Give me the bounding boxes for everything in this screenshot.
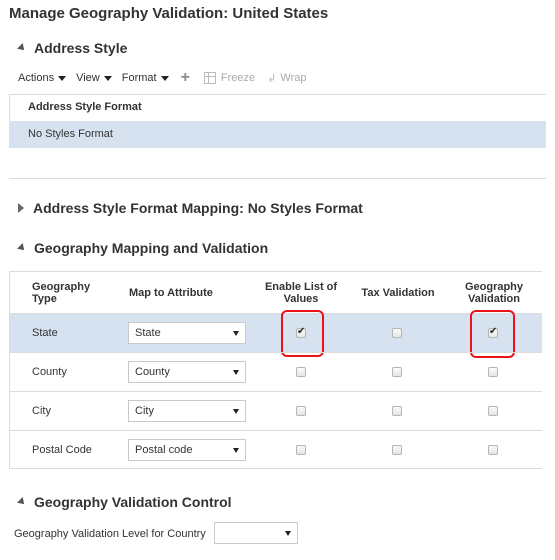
table-border bbox=[9, 271, 542, 272]
enable-lov-checkbox[interactable] bbox=[296, 445, 306, 455]
page-title: Manage Geography Validation: United Stat… bbox=[9, 5, 329, 22]
format-menu[interactable]: Format bbox=[122, 72, 169, 84]
tax-validation-checkbox[interactable] bbox=[392, 328, 402, 338]
map-to-attribute-column-header: Map to Attribute bbox=[129, 287, 213, 299]
address-style-section-header[interactable]: Address Style bbox=[17, 40, 128, 56]
chevron-down-icon bbox=[233, 409, 239, 414]
geography-type-cell: City bbox=[32, 405, 51, 417]
freeze-icon bbox=[203, 72, 216, 84]
wrap-button[interactable]: ↲ Wrap bbox=[267, 72, 306, 85]
wrap-icon: ↲ bbox=[267, 72, 277, 85]
geography-type-cell: County bbox=[32, 366, 67, 378]
format-mapping-section-header[interactable]: Address Style Format Mapping: No Styles … bbox=[18, 200, 363, 216]
chevron-down-icon bbox=[103, 75, 112, 81]
highlight-box bbox=[470, 310, 515, 358]
wrap-label: Wrap bbox=[280, 72, 307, 84]
tax-validation-checkbox[interactable] bbox=[392, 367, 402, 377]
map-to-attribute-select[interactable]: County bbox=[128, 361, 246, 383]
geography-validation-column-header: Geography Validation bbox=[464, 281, 524, 305]
divider bbox=[9, 430, 542, 431]
geo-mapping-section-header[interactable]: Geography Mapping and Validation bbox=[17, 240, 269, 256]
tax-validation-checkbox[interactable] bbox=[392, 445, 402, 455]
table-row[interactable] bbox=[10, 314, 542, 352]
select-value: Postal code bbox=[135, 444, 193, 456]
map-to-attribute-select[interactable]: Postal code bbox=[128, 439, 246, 461]
geo-validation-checkbox[interactable] bbox=[488, 406, 498, 416]
freeze-label: Freeze bbox=[220, 72, 256, 84]
table-border bbox=[9, 94, 546, 95]
divider bbox=[9, 391, 542, 392]
collapse-triangle-icon[interactable] bbox=[17, 43, 27, 53]
geography-type-column-header: Geography Type bbox=[32, 281, 91, 305]
select-value: City bbox=[135, 405, 154, 417]
chevron-down-icon bbox=[233, 331, 239, 336]
validation-level-select[interactable] bbox=[214, 522, 298, 544]
chevron-down-icon bbox=[233, 370, 239, 375]
view-menu[interactable]: View bbox=[76, 72, 112, 84]
select-value: County bbox=[135, 366, 170, 378]
geo-mapping-heading: Geography Mapping and Validation bbox=[34, 240, 269, 256]
add-icon[interactable]: + bbox=[181, 70, 190, 86]
enable-list-of-values-column-header: Enable List of Values bbox=[264, 281, 338, 305]
select-value: State bbox=[135, 327, 161, 339]
divider bbox=[9, 178, 546, 179]
validation-level-label: Geography Validation Level for Country bbox=[14, 528, 206, 540]
chevron-down-icon bbox=[233, 448, 239, 453]
address-style-toolbar: Actions View Format + Freeze ↲ Wrap bbox=[18, 70, 318, 86]
highlight-box bbox=[281, 310, 324, 357]
actions-label: Actions bbox=[18, 72, 55, 84]
map-to-attribute-select[interactable]: State bbox=[128, 322, 246, 344]
tax-validation-column-header: Tax Validation bbox=[361, 287, 435, 299]
address-style-heading: Address Style bbox=[34, 40, 128, 56]
table-row[interactable]: No Styles Format bbox=[9, 121, 546, 148]
chevron-down-icon bbox=[285, 531, 291, 536]
view-label: View bbox=[76, 72, 100, 84]
actions-menu[interactable]: Actions bbox=[18, 72, 67, 84]
geography-type-cell: Postal Code bbox=[32, 444, 92, 456]
geo-validation-checkbox[interactable] bbox=[488, 367, 498, 377]
validation-control-section-header[interactable]: Geography Validation Control bbox=[17, 494, 232, 510]
expand-triangle-icon[interactable] bbox=[18, 203, 24, 213]
geography-type-cell: State bbox=[32, 327, 58, 339]
freeze-button[interactable]: Freeze bbox=[203, 72, 256, 84]
format-label: Format bbox=[121, 72, 157, 84]
map-to-attribute-select[interactable]: City bbox=[128, 400, 246, 422]
chevron-down-icon bbox=[58, 75, 67, 81]
collapse-triangle-icon[interactable] bbox=[17, 497, 27, 507]
validation-control-heading: Geography Validation Control bbox=[34, 494, 232, 510]
enable-lov-checkbox[interactable] bbox=[296, 406, 306, 416]
divider bbox=[9, 352, 542, 353]
tax-validation-checkbox[interactable] bbox=[392, 406, 402, 416]
collapse-triangle-icon[interactable] bbox=[17, 243, 27, 253]
enable-lov-checkbox[interactable] bbox=[296, 367, 306, 377]
format-mapping-heading: Address Style Format Mapping: No Styles … bbox=[33, 200, 363, 216]
chevron-down-icon bbox=[160, 75, 169, 81]
address-style-format-cell: No Styles Format bbox=[28, 128, 113, 140]
geo-validation-checkbox[interactable] bbox=[488, 445, 498, 455]
divider bbox=[9, 468, 542, 469]
table-border bbox=[9, 271, 10, 468]
address-style-format-column-header: Address Style Format bbox=[28, 101, 142, 113]
